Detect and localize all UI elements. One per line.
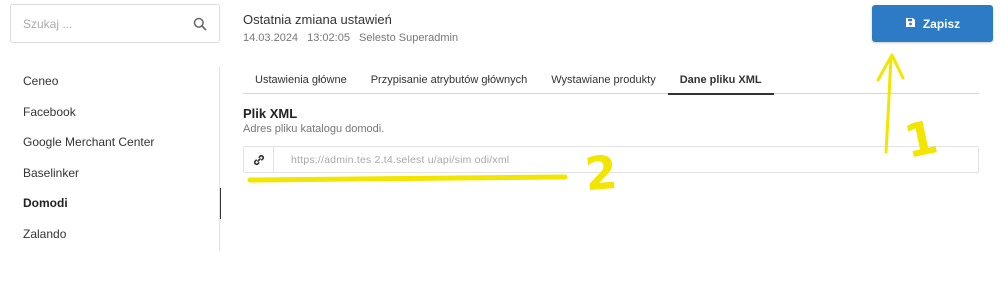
- last-change-date: 14.03.2024: [243, 32, 299, 44]
- tab-label: Wystawiane produkty: [551, 74, 656, 86]
- last-change-title: Ostatnia zmiana ustawień: [243, 12, 392, 27]
- xml-section-description: Adres pliku katalogu domodi.: [243, 123, 385, 135]
- sidebar-item-label: Baselinker: [23, 165, 80, 180]
- search-icon[interactable]: [193, 17, 207, 31]
- last-change-user: Selesto Superadmin: [359, 32, 459, 44]
- sidebar-item-label: Domodi: [23, 196, 68, 211]
- last-change-info: Ostatnia zmiana ustawień 14.03.2024 13:0…: [243, 12, 464, 44]
- save-button[interactable]: Zapisz: [872, 5, 993, 42]
- sidebar: Ceneo Facebook Google Merchant Center Ba…: [0, 66, 221, 251]
- tab-wystawiane-produkty[interactable]: Wystawiane produkty: [539, 66, 667, 94]
- tab-ustawienia-glowne[interactable]: Ustawienia główne: [243, 66, 359, 94]
- sidebar-divider: [219, 66, 220, 251]
- sidebar-item-facebook[interactable]: Facebook: [0, 97, 221, 128]
- tab-label: Przypisanie atrybutów głównych: [370, 74, 528, 86]
- xml-url-value[interactable]: https://admin.tes 2.t4.selest u/api/sim …: [274, 154, 509, 166]
- floppy-disk-icon: [905, 17, 916, 31]
- last-change-meta: 14.03.2024 13:02:05 Selesto Superadmin: [243, 32, 464, 44]
- last-change-time: 13:02:05: [307, 32, 350, 44]
- sidebar-item-label: Facebook: [23, 104, 76, 119]
- save-button-label: Zapisz: [922, 16, 961, 31]
- sidebar-item-label: Google Merchant Center: [23, 135, 155, 150]
- sidebar-item-google-merchant-center[interactable]: Google Merchant Center: [0, 127, 221, 158]
- search-input[interactable]: [23, 16, 193, 31]
- link-icon: [244, 147, 274, 172]
- tab-label: Ustawienia główne: [255, 74, 347, 86]
- sidebar-item-ceneo[interactable]: Ceneo: [0, 66, 221, 97]
- xml-url-field[interactable]: https://admin.tes 2.t4.selest u/api/sim …: [243, 146, 979, 173]
- sidebar-item-zalando[interactable]: Zalando: [0, 219, 221, 250]
- sidebar-item-domodi[interactable]: Domodi: [0, 188, 221, 219]
- sidebar-item-baselinker[interactable]: Baselinker: [0, 158, 221, 189]
- tab-dane-pliku-xml[interactable]: Dane pliku XML: [667, 66, 774, 95]
- tab-label: Dane pliku XML: [679, 74, 762, 86]
- sidebar-item-label: Ceneo: [23, 74, 59, 89]
- tab-przypisanie-atrybutow[interactable]: Przypisanie atrybutów głównych: [359, 66, 540, 94]
- search-box[interactable]: [10, 4, 220, 43]
- tab-bar: Ustawienia główne Przypisanie atrybutów …: [243, 66, 979, 95]
- sidebar-item-label: Zalando: [23, 226, 67, 241]
- xml-section-title: Plik XML: [243, 106, 298, 121]
